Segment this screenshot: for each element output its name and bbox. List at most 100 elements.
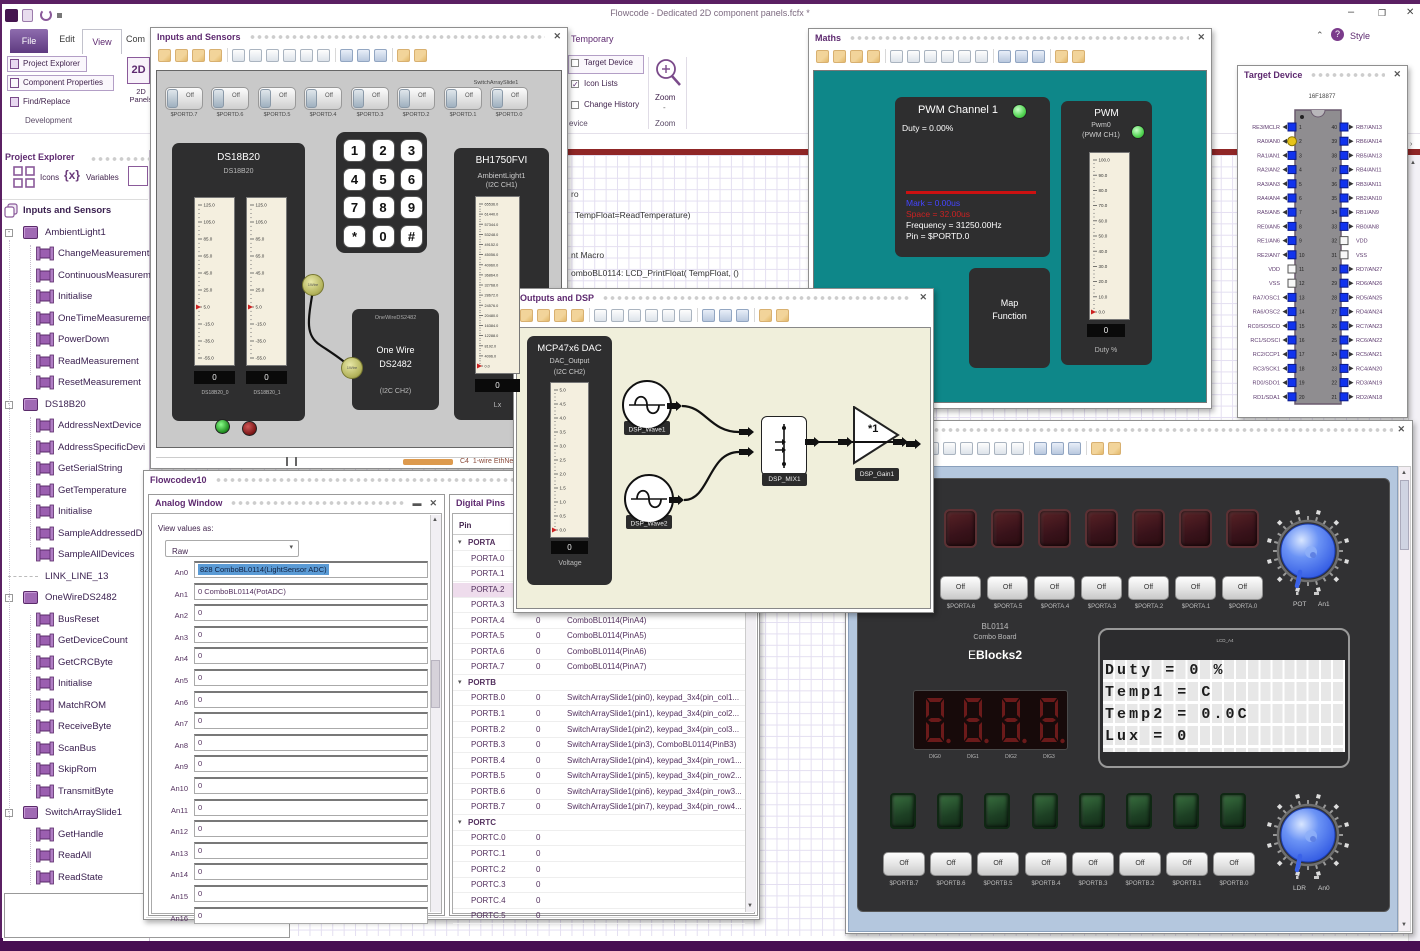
- svg-text:7: 7: [1299, 210, 1302, 216]
- svg-text:70.0: 70.0: [1099, 203, 1108, 208]
- svg-text:25.0: 25.0: [204, 288, 213, 293]
- svg-text:RD4/AN24: RD4/AN24: [1356, 310, 1382, 316]
- svg-text:-15.0: -15.0: [204, 322, 215, 327]
- svg-text:34: 34: [1331, 210, 1337, 216]
- svg-text:22: 22: [1331, 381, 1337, 387]
- svg-text:-55.0: -55.0: [256, 356, 267, 361]
- svg-text:0.5: 0.5: [560, 514, 567, 519]
- svg-text:20: 20: [1299, 395, 1305, 401]
- svg-text:4: 4: [1299, 168, 1302, 174]
- svg-text:45.0: 45.0: [256, 271, 265, 276]
- svg-text:1: 1: [1299, 125, 1302, 131]
- svg-text:19: 19: [1299, 381, 1305, 387]
- svg-text:RC1/SOSCI: RC1/SOSCI: [1250, 338, 1280, 344]
- svg-text:RC0/SOSCO: RC0/SOSCO: [1248, 324, 1281, 330]
- svg-text:3.0: 3.0: [560, 444, 567, 449]
- svg-text:28: 28: [1331, 295, 1337, 301]
- svg-text:VSS: VSS: [1269, 281, 1280, 287]
- svg-text:35: 35: [1331, 196, 1337, 202]
- svg-text:RB2/AN10: RB2/AN10: [1356, 196, 1382, 202]
- svg-text:29: 29: [1331, 281, 1337, 287]
- svg-text:23: 23: [1331, 366, 1337, 372]
- svg-text:45.0: 45.0: [204, 271, 213, 276]
- svg-text:1.5: 1.5: [560, 486, 567, 491]
- svg-text:45056.0: 45056.0: [485, 253, 499, 257]
- svg-text:30.0: 30.0: [1099, 264, 1108, 269]
- svg-text:10: 10: [1299, 253, 1305, 259]
- svg-text:39: 39: [1331, 139, 1337, 145]
- svg-text:RD2/AN18: RD2/AN18: [1356, 395, 1382, 401]
- svg-text:VDD: VDD: [1356, 239, 1368, 245]
- svg-text:36864.0: 36864.0: [485, 274, 499, 278]
- svg-text:27: 27: [1331, 310, 1337, 316]
- svg-text:DSP_Wave2: DSP_Wave2: [631, 521, 668, 528]
- svg-text:4.0: 4.0: [560, 416, 567, 421]
- svg-text:RB0/AN8: RB0/AN8: [1356, 224, 1379, 230]
- svg-text:RD0/SDO1: RD0/SDO1: [1252, 381, 1280, 387]
- svg-text:*1: *1: [868, 423, 878, 435]
- svg-text:LDR: LDR: [1293, 885, 1306, 892]
- svg-text:57344.0: 57344.0: [485, 223, 499, 227]
- svg-text:RB7/AN13: RB7/AN13: [1356, 125, 1382, 131]
- svg-text:25.0: 25.0: [256, 288, 265, 293]
- svg-text:125.0: 125.0: [204, 203, 216, 208]
- svg-text:RC7/AN23: RC7/AN23: [1356, 324, 1382, 330]
- svg-text:RA3/AN3: RA3/AN3: [1257, 182, 1280, 188]
- svg-text:0.0: 0.0: [485, 365, 490, 369]
- svg-text:33: 33: [1331, 224, 1337, 230]
- svg-text:-15.0: -15.0: [256, 322, 267, 327]
- svg-text:DSP_Wave1: DSP_Wave1: [629, 427, 666, 434]
- svg-text:RB6/AN14: RB6/AN14: [1356, 139, 1382, 145]
- svg-text:8: 8: [1299, 224, 1302, 230]
- svg-text:-55.0: -55.0: [204, 356, 215, 361]
- svg-text:30: 30: [1331, 267, 1337, 273]
- svg-text:An1: An1: [1318, 601, 1330, 608]
- svg-text:RE0/AN5: RE0/AN5: [1257, 224, 1280, 230]
- svg-text:5.0: 5.0: [256, 305, 263, 310]
- svg-text:16F18877: 16F18877: [1308, 94, 1336, 100]
- svg-text:37: 37: [1331, 168, 1337, 174]
- svg-text:RE3/MCLR: RE3/MCLR: [1252, 125, 1280, 131]
- svg-text:9: 9: [1299, 239, 1302, 245]
- svg-text:105.0: 105.0: [204, 220, 216, 225]
- svg-text:3.5: 3.5: [560, 430, 567, 435]
- svg-text:90.0: 90.0: [1099, 173, 1108, 178]
- svg-text:24: 24: [1331, 352, 1337, 358]
- svg-text:20480.0: 20480.0: [485, 314, 499, 318]
- svg-text:26: 26: [1331, 324, 1337, 330]
- svg-text:28672.0: 28672.0: [485, 294, 499, 298]
- svg-text:18: 18: [1299, 366, 1305, 372]
- svg-text:24576.0: 24576.0: [485, 304, 499, 308]
- svg-text:21: 21: [1331, 395, 1337, 401]
- svg-text:RE1/AN6: RE1/AN6: [1257, 239, 1280, 245]
- svg-text:RD7/AN27: RD7/AN27: [1356, 267, 1382, 273]
- svg-text:RD3/AN19: RD3/AN19: [1356, 381, 1382, 387]
- svg-text:125.0: 125.0: [256, 203, 268, 208]
- svg-text:31: 31: [1331, 253, 1337, 259]
- svg-text:5.0: 5.0: [204, 305, 211, 310]
- svg-text:61440.0: 61440.0: [485, 213, 499, 217]
- svg-text:12288.0: 12288.0: [485, 334, 499, 338]
- svg-text:RB3/AN11: RB3/AN11: [1356, 182, 1382, 188]
- svg-text:An0: An0: [1318, 885, 1330, 892]
- svg-text:49152.0: 49152.0: [485, 243, 499, 247]
- svg-text:25: 25: [1331, 338, 1337, 344]
- svg-text:14: 14: [1299, 310, 1305, 316]
- svg-text:80.0: 80.0: [1099, 188, 1108, 193]
- svg-text:40.0: 40.0: [1099, 249, 1108, 254]
- svg-text:RA5/AN5: RA5/AN5: [1257, 210, 1280, 216]
- svg-text:50.0: 50.0: [1099, 234, 1108, 239]
- svg-text:RB1/AN9: RB1/AN9: [1356, 210, 1379, 216]
- svg-text:RD1/SDA1: RD1/SDA1: [1253, 395, 1280, 401]
- svg-text:20.0: 20.0: [1099, 279, 1108, 284]
- svg-text:RA4/AN4: RA4/AN4: [1257, 196, 1280, 202]
- svg-text:32: 32: [1331, 239, 1337, 245]
- svg-text:RD6/AN26: RD6/AN26: [1356, 281, 1382, 287]
- svg-text:RE2/AN7: RE2/AN7: [1257, 253, 1280, 259]
- svg-text:POT: POT: [1293, 601, 1306, 608]
- svg-text:65536.0: 65536.0: [485, 203, 499, 207]
- svg-text:65.0: 65.0: [204, 254, 213, 259]
- svg-text:16: 16: [1299, 338, 1305, 344]
- svg-text:2: 2: [1299, 139, 1302, 145]
- svg-text:40: 40: [1331, 125, 1337, 131]
